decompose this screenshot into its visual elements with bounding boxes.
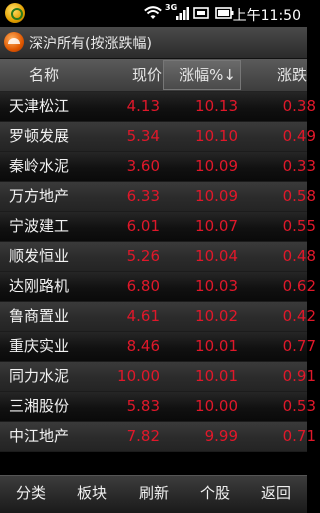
table-row[interactable]: 天津松江 4.13 10.13 0.38: [0, 92, 316, 122]
stock-price: 4.61: [126, 307, 160, 325]
stock-price: 6.80: [126, 277, 160, 295]
back-button[interactable]: 返回: [251, 476, 301, 513]
stock-pct-change: 10.01: [195, 337, 238, 355]
stock-price: 5.26: [126, 247, 160, 265]
stock-name: 同力水泥: [9, 367, 70, 385]
stock-price: 8.46: [126, 337, 160, 355]
stock-change: 0.33: [282, 157, 316, 175]
stock-change: 0.49: [282, 127, 316, 145]
stock-pct-change: 10.00: [195, 397, 238, 415]
table-row[interactable]: 中江地产 7.82 9.99 0.71: [0, 422, 316, 452]
refresh-button[interactable]: 刷新: [129, 476, 179, 513]
stock-name: 顺发恒业: [9, 247, 70, 265]
stock-price: 3.60: [126, 157, 160, 175]
stock-name: 重庆实业: [9, 337, 70, 355]
stock-change: 0.42: [282, 307, 316, 325]
stock-price: 5.83: [126, 397, 160, 415]
stock-pct-change: 10.09: [195, 187, 238, 205]
stock-pct-change: 10.13: [195, 97, 238, 115]
stock-name: 鲁商置业: [9, 307, 70, 325]
screenshot-icon: [193, 7, 209, 19]
stock-table: 天津松江 4.13 10.13 0.38 罗顿发展 5.34 10.10 0.4…: [0, 92, 316, 452]
clock: 上午11:50: [232, 8, 301, 24]
title-bar: 深沪所有(按涨跌幅): [0, 27, 307, 59]
table-header: 名称 现价 涨幅%↓ 涨跌: [0, 59, 307, 92]
tab-sector[interactable]: 板块: [67, 476, 117, 513]
stock-pct-change: 10.07: [195, 217, 238, 235]
app-logo-icon: [4, 32, 24, 52]
table-row[interactable]: 万方地产 6.33 10.09 0.58: [0, 182, 316, 212]
stock-price: 5.34: [126, 127, 160, 145]
stock-price: 4.13: [126, 97, 160, 115]
stock-change: 0.48: [282, 247, 316, 265]
tab-category[interactable]: 分类: [6, 476, 56, 513]
stock-change: 0.77: [282, 337, 316, 355]
stock-price: 6.01: [126, 217, 160, 235]
page-title: 深沪所有(按涨跌幅): [29, 36, 152, 52]
table-row[interactable]: 鲁商置业 4.61 10.02 0.42: [0, 302, 316, 332]
stock-change: 0.58: [282, 187, 316, 205]
table-row[interactable]: 重庆实业 8.46 10.01 0.77: [0, 332, 316, 362]
signal-icon: [176, 7, 189, 20]
stock-name: 罗顿发展: [9, 127, 70, 145]
stock-price: 10.00: [117, 367, 160, 385]
column-header-pct-change[interactable]: 涨幅%↓: [163, 60, 241, 90]
stock-name: 秦岭水泥: [9, 157, 70, 175]
stock-pct-change: 10.01: [195, 367, 238, 385]
wifi-icon: [144, 6, 162, 19]
table-row[interactable]: 罗顿发展 5.34 10.10 0.49: [0, 122, 316, 152]
stock-pct-change: 9.99: [204, 427, 238, 445]
stock-price: 6.33: [126, 187, 160, 205]
table-row[interactable]: 达刚路机 6.80 10.03 0.62: [0, 272, 316, 302]
bottom-toolbar: 分类 板块 刷新 个股 返回: [0, 475, 307, 513]
table-row[interactable]: 顺发恒业 5.26 10.04 0.48: [0, 242, 316, 272]
app-notification-icon: [5, 3, 25, 23]
tab-individual-stock[interactable]: 个股: [190, 476, 240, 513]
stock-name: 三湘股份: [9, 397, 70, 415]
column-header-name[interactable]: 名称: [0, 59, 88, 91]
stock-name: 天津松江: [9, 97, 70, 115]
stock-pct-change: 10.04: [195, 247, 238, 265]
table-row[interactable]: 秦岭水泥 3.60 10.09 0.33: [0, 152, 316, 182]
table-row[interactable]: 宁波建工 6.01 10.07 0.55: [0, 212, 316, 242]
stock-pct-change: 10.09: [195, 157, 238, 175]
stock-change: 0.71: [282, 427, 316, 445]
stock-change: 0.38: [282, 97, 316, 115]
stock-change: 0.91: [282, 367, 316, 385]
stock-name: 宁波建工: [9, 217, 70, 235]
stock-pct-change: 10.03: [195, 277, 238, 295]
stock-pct-change: 10.10: [195, 127, 238, 145]
stock-name: 中江地产: [9, 427, 70, 445]
stock-change: 0.55: [282, 217, 316, 235]
stock-price: 7.82: [126, 427, 160, 445]
stock-change: 0.62: [282, 277, 316, 295]
column-header-change[interactable]: 涨跌: [246, 59, 307, 91]
stock-pct-change: 10.02: [195, 307, 238, 325]
stock-name: 达刚路机: [9, 277, 70, 295]
stock-change: 0.53: [282, 397, 316, 415]
table-row[interactable]: 三湘股份 5.83 10.00 0.53: [0, 392, 316, 422]
table-row[interactable]: 同力水泥 10.00 10.01 0.91: [0, 362, 316, 392]
status-bar: 3G 上午11:50: [0, 0, 307, 27]
stock-name: 万方地产: [9, 187, 70, 205]
column-header-price[interactable]: 现价: [88, 59, 162, 91]
